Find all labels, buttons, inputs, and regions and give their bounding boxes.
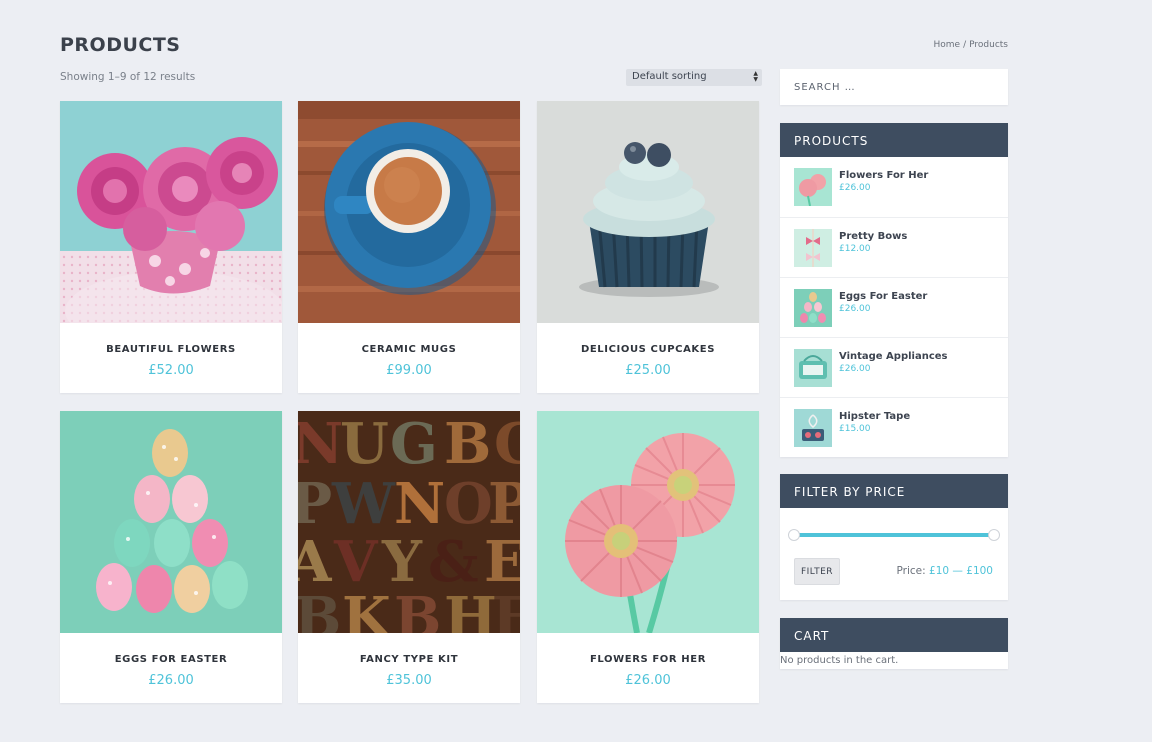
product-price: £26.00 bbox=[625, 673, 671, 688]
product-price: £12.00 bbox=[839, 244, 871, 254]
price-min-value: £10 bbox=[929, 565, 950, 577]
list-item[interactable]: Eggs For Easter £26.00 bbox=[780, 277, 1008, 337]
product-name[interactable]: Flowers For Her bbox=[839, 170, 928, 181]
product-price: £99.00 bbox=[386, 363, 432, 378]
svg-text:O: O bbox=[444, 471, 493, 537]
product-price: £35.00 bbox=[386, 673, 432, 688]
product-price: £26.00 bbox=[148, 673, 194, 688]
breadcrumb-home-link[interactable]: Home bbox=[934, 40, 961, 50]
product-image-pink-roses[interactable] bbox=[60, 101, 282, 323]
product-name[interactable]: Hipster Tape bbox=[839, 411, 910, 422]
svg-text:P: P bbox=[298, 471, 332, 537]
svg-text:B: B bbox=[444, 411, 491, 477]
list-item[interactable]: Vintage Appliances £26.00 bbox=[780, 337, 1008, 397]
breadcrumb: Home / Products bbox=[880, 40, 1009, 50]
svg-text:P: P bbox=[488, 471, 520, 537]
product-name[interactable]: Vintage Appliances bbox=[839, 351, 948, 362]
product-price: £15.00 bbox=[839, 424, 871, 434]
product-image-wooden-type[interactable]: N U G B C P W N O P A V Y & E B K B H F bbox=[298, 411, 520, 633]
product-image-gerbera-daisies[interactable] bbox=[537, 411, 759, 633]
product-price: £52.00 bbox=[148, 363, 194, 378]
result-count: Showing 1–9 of 12 results bbox=[60, 71, 196, 83]
cart-widget: CART No products in the cart. bbox=[780, 618, 1008, 669]
list-item[interactable]: Pretty Bows £12.00 bbox=[780, 217, 1008, 277]
product-thumb-flowers[interactable] bbox=[794, 168, 832, 206]
search-input[interactable] bbox=[780, 69, 1008, 105]
svg-text:B: B bbox=[394, 585, 441, 633]
svg-text:F: F bbox=[492, 585, 520, 633]
list-item[interactable]: Hipster Tape £15.00 bbox=[780, 397, 1008, 457]
cart-empty-text: No products in the cart. bbox=[780, 655, 899, 666]
products-widget-list: Flowers For Her £26.00 Pretty Bows £12.0… bbox=[780, 157, 1008, 457]
price-max-value: £100 bbox=[966, 565, 993, 577]
svg-text:G: G bbox=[390, 411, 438, 477]
price-range-track[interactable] bbox=[794, 533, 994, 537]
svg-text:N: N bbox=[394, 471, 445, 537]
price-min-handle[interactable] bbox=[788, 529, 800, 541]
select-arrows-icon: ▲ ▼ bbox=[753, 70, 758, 83]
filter-price-widget-title: FILTER BY PRICE bbox=[780, 474, 1008, 508]
price-range-label: Price: £10 — £100 bbox=[897, 565, 993, 577]
product-image-coffee-cup[interactable] bbox=[298, 101, 520, 323]
product-price: £26.00 bbox=[839, 304, 871, 314]
product-image-cupcake[interactable] bbox=[537, 101, 759, 323]
breadcrumb-separator: / bbox=[963, 40, 967, 50]
price-range-slider[interactable] bbox=[788, 529, 1000, 541]
search-box bbox=[780, 69, 1008, 105]
products-widget: PRODUCTS Flowers For Her £26.00 Pretty B… bbox=[780, 123, 1008, 457]
product-thumb-eggs[interactable] bbox=[794, 289, 832, 327]
product-card[interactable]: DELICIOUS CUPCAKES £25.00 bbox=[537, 101, 759, 393]
product-price: £26.00 bbox=[839, 183, 871, 193]
svg-text:U: U bbox=[340, 411, 389, 477]
product-thumb-tape[interactable] bbox=[794, 409, 832, 447]
svg-text:C: C bbox=[494, 411, 520, 477]
product-thumb-appliances[interactable] bbox=[794, 349, 832, 387]
product-card[interactable]: EGGS FOR EASTER £26.00 bbox=[60, 411, 282, 703]
product-card[interactable]: CERAMIC MUGS £99.00 bbox=[298, 101, 520, 393]
price-prefix: Price: bbox=[896, 565, 926, 577]
product-card[interactable]: BEAUTIFUL FLOWERS £52.00 bbox=[60, 101, 282, 393]
price-max-handle[interactable] bbox=[988, 529, 1000, 541]
page-title: PRODUCTS bbox=[60, 34, 181, 56]
product-card[interactable]: N U G B C P W N O P A V Y & E B K B H F bbox=[298, 411, 520, 703]
product-thumb-bows[interactable] bbox=[794, 229, 832, 267]
svg-text:B: B bbox=[298, 585, 341, 633]
list-item[interactable]: Flowers For Her £26.00 bbox=[780, 157, 1008, 217]
product-name[interactable]: BEAUTIFUL FLOWERS bbox=[60, 344, 282, 355]
product-name[interactable]: Pretty Bows bbox=[839, 231, 907, 242]
product-name[interactable]: EGGS FOR EASTER bbox=[60, 654, 282, 665]
product-name[interactable]: FLOWERS FOR HER bbox=[537, 654, 759, 665]
filter-button[interactable]: FILTER bbox=[794, 558, 840, 585]
product-name[interactable]: CERAMIC MUGS bbox=[298, 344, 520, 355]
svg-text:K: K bbox=[342, 585, 393, 633]
svg-text:H: H bbox=[444, 585, 497, 633]
product-price: £26.00 bbox=[839, 364, 871, 374]
price-dash: — bbox=[952, 565, 963, 577]
sort-select-value: Default sorting bbox=[632, 71, 707, 82]
product-name[interactable]: FANCY TYPE KIT bbox=[298, 654, 520, 665]
product-name[interactable]: Eggs For Easter bbox=[839, 291, 927, 302]
filter-price-widget: FILTER BY PRICE FILTER Price: £10 — £100 bbox=[780, 474, 1008, 600]
product-name[interactable]: DELICIOUS CUPCAKES bbox=[537, 344, 759, 355]
product-card[interactable]: FLOWERS FOR HER £26.00 bbox=[537, 411, 759, 703]
sort-select[interactable]: Default sorting ▲ ▼ bbox=[626, 69, 762, 86]
svg-text:N: N bbox=[298, 411, 343, 477]
breadcrumb-current: Products bbox=[969, 40, 1008, 50]
svg-text:W: W bbox=[331, 471, 396, 537]
product-image-easter-eggs[interactable] bbox=[60, 411, 282, 633]
product-price: £25.00 bbox=[625, 363, 671, 378]
cart-widget-title: CART bbox=[780, 618, 1008, 652]
products-widget-title: PRODUCTS bbox=[780, 123, 1008, 157]
